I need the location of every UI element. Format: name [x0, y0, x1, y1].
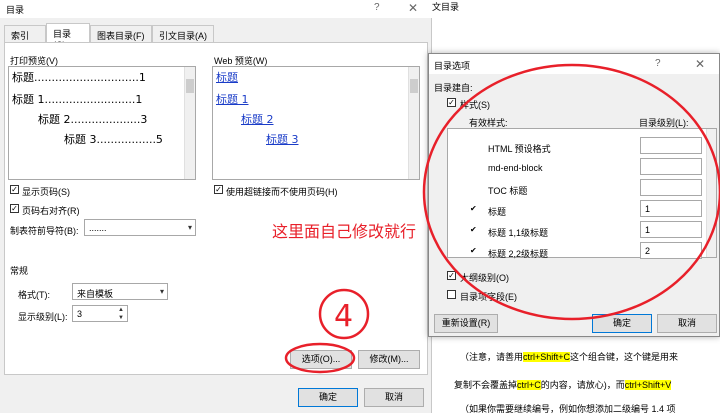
help-button[interactable]: ? [374, 2, 380, 13]
toc-dialog-titlebar [0, 0, 432, 18]
options-title: 目录选项 [434, 61, 471, 71]
print-preview-line: 标题 3.................5 [64, 133, 163, 146]
show-levels-label: 显示级别(L): [18, 312, 68, 322]
tab-authorities[interactable]: 引文目录(A) [152, 25, 214, 42]
web-preview-link[interactable]: 标题 [216, 69, 238, 85]
styles-label: 样式(S) [460, 100, 490, 110]
print-preview-box: 标题..............................1 标题 1..… [8, 66, 196, 180]
toc-dialog: 目录 ? ✕ 索引(X) 目录(C) 图表目录(F) 引文目录(A) 打印预览(… [0, 0, 432, 413]
tab-figures[interactable]: 图表目录(F) [90, 25, 152, 42]
toc-dialog-title: 目录 [6, 5, 25, 15]
formats-select[interactable]: 来自模板 ▾ [72, 283, 168, 300]
reset-button[interactable]: 重新设置(R) [434, 314, 498, 333]
style-row[interactable]: ✔ 标题 1 [450, 200, 705, 220]
style-row[interactable]: md-end-block [450, 158, 705, 178]
styles-list: HTML 预设格式 md-end-block TOC 标题 ✔ 标题 1 ✔ 标… [447, 128, 717, 259]
spinner-arrows-icon[interactable]: ▲ ▼ [116, 306, 126, 323]
close-icon[interactable]: ✕ [695, 57, 705, 71]
outline-levels-checkbox[interactable]: ✓ [447, 271, 456, 280]
cancel-button[interactable]: 取消 [364, 388, 424, 407]
document-header: 文目录 [432, 2, 460, 12]
style-row[interactable]: ✔ 标题 2,2级标题 2 [450, 242, 705, 259]
print-preview-scrollbar[interactable] [184, 67, 195, 179]
styles-scrollbar[interactable] [706, 129, 716, 257]
check-icon: ✔ [470, 246, 477, 255]
use-hyperlinks-checkbox[interactable]: ✓ [214, 185, 223, 194]
web-preview-link[interactable]: 标题 2 [241, 111, 274, 127]
style-row[interactable]: HTML 预设格式 [450, 137, 705, 157]
modify-button[interactable]: 修改(M)... [358, 350, 420, 369]
tab-leader-label: 制表符前导符(B): [10, 226, 79, 236]
document-line-1: （注意，请善用ctrl+Shift+C这个组合键，这个键是用来 [460, 352, 679, 362]
options-titlebar [429, 54, 719, 74]
options-button[interactable]: 选项(O)... [290, 350, 352, 369]
check-icon: ✔ [470, 225, 477, 234]
toc-level-input[interactable] [640, 158, 702, 175]
toc-options-dialog: 目录选项 ? ✕ 目录建自: ✓ 样式(S) 有效样式: 目录级别(L): HT… [428, 53, 720, 337]
formats-label: 格式(T): [18, 290, 50, 300]
annotation-note: 这里面自己修改就行 [272, 222, 417, 241]
print-preview-line: 标题 2....................3 [38, 113, 148, 126]
web-preview-scrollbar[interactable] [408, 67, 419, 179]
options-cancel-button[interactable]: 取消 [657, 314, 717, 333]
show-levels-input[interactable]: 3 ▲ ▼ [72, 305, 128, 322]
chevron-down-icon: ▾ [187, 223, 192, 232]
style-row[interactable]: ✔ 标题 1,1级标题 1 [450, 221, 705, 241]
style-row[interactable]: TOC 标题 [450, 179, 705, 199]
right-align-label: 页码右对齐(R) [22, 206, 80, 216]
print-preview-line: 标题 1..........................1 [12, 93, 143, 106]
web-preview-link[interactable]: 标题 3 [266, 131, 299, 147]
toc-level-input[interactable] [640, 179, 702, 196]
use-hyperlinks-label: 使用超链接而不使用页码(H) [226, 187, 338, 197]
toc-level-input[interactable]: 1 [640, 221, 702, 238]
scroll-thumb[interactable] [410, 79, 418, 93]
tab-toc[interactable]: 目录(C) [46, 23, 90, 50]
web-preview-box: 标题 标题 1 标题 2 标题 3 [212, 66, 420, 180]
ok-button[interactable]: 确定 [298, 388, 358, 407]
chevron-down-icon: ▾ [159, 287, 164, 296]
show-page-numbers-checkbox[interactable]: ✓ [10, 185, 19, 194]
check-icon: ✔ [470, 204, 477, 213]
toc-level-input[interactable]: 2 [640, 242, 702, 259]
right-align-checkbox[interactable]: ✓ [10, 204, 19, 213]
general-label: 常规 [10, 266, 29, 276]
print-preview-line: 标题..............................1 [12, 71, 146, 84]
entry-fields-checkbox[interactable] [447, 290, 456, 299]
toc-level-input[interactable]: 1 [640, 200, 702, 217]
scroll-thumb[interactable] [186, 79, 194, 93]
tab-index[interactable]: 索引(X) [4, 25, 46, 52]
toc-level-input[interactable] [640, 137, 702, 154]
close-icon[interactable]: ✕ [408, 1, 418, 15]
document-line-2: 复制不会覆盖掉ctrl+C的内容，请放心)，而ctrl+Shift+V [454, 380, 672, 390]
tab-leader-select[interactable]: ....... ▾ [84, 219, 196, 236]
help-button[interactable]: ? [655, 58, 661, 69]
document-line-3: （如果你需要继续编号，例如你想添加二级编号 1.4 项 [460, 404, 676, 414]
styles-checkbox[interactable]: ✓ [447, 98, 456, 107]
build-from-label: 目录建自: [434, 83, 473, 93]
outline-levels-label: 大纲级别(O) [460, 273, 509, 283]
web-preview-link[interactable]: 标题 1 [216, 91, 249, 107]
options-ok-button[interactable]: 确定 [592, 314, 652, 333]
show-page-numbers-label: 显示页码(S) [22, 187, 70, 197]
entry-fields-label: 目录项字段(E) [460, 292, 517, 302]
